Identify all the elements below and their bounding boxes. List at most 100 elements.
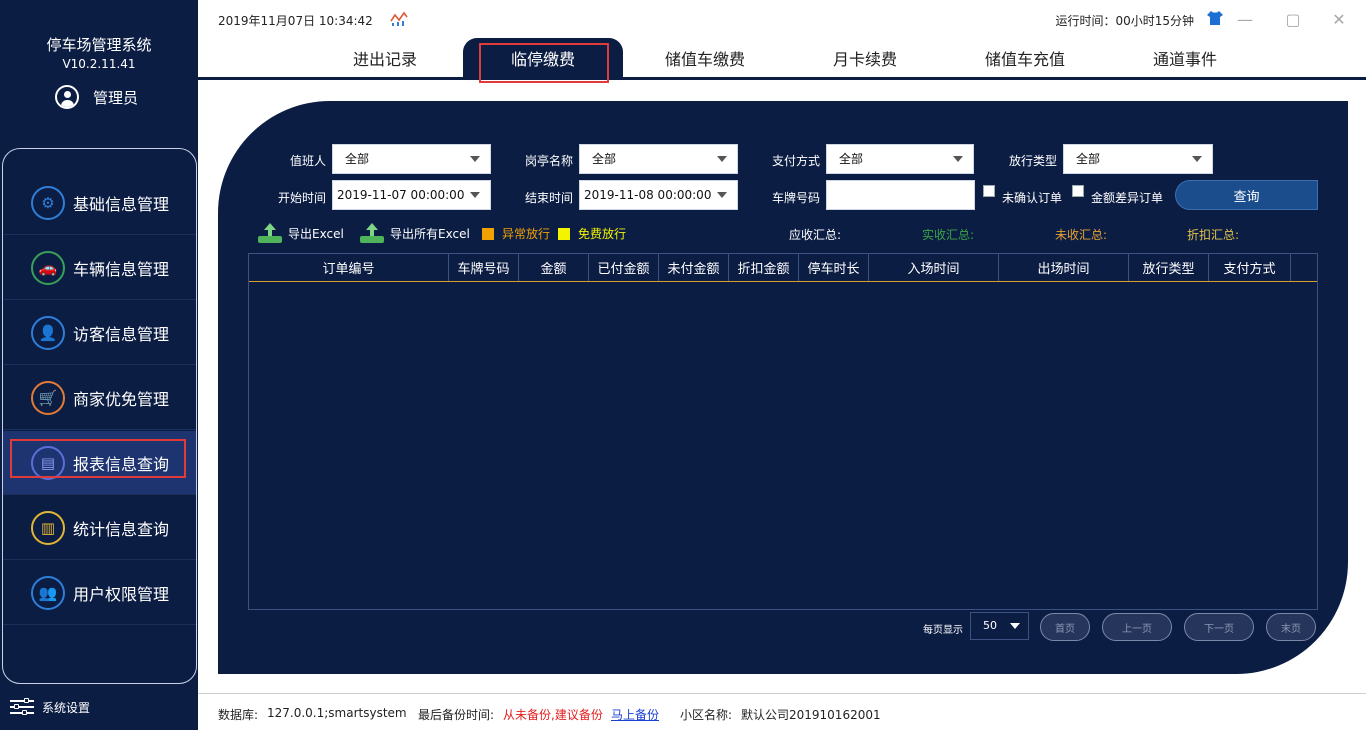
release-type-select[interactable]: 全部 (1063, 144, 1213, 174)
column-unpaid-amount[interactable]: 未付金额 (659, 254, 729, 281)
sidebar-menu: ⚙ 基础信息管理 🚗 车辆信息管理 👤 访客信息管理 🛒 商家优免管理 ▤ 报表… (2, 148, 197, 684)
community-value: 默认公司201910162001 (741, 708, 881, 722)
next-page-button[interactable]: 下一页 (1184, 613, 1254, 641)
column-entry-time[interactable]: 入场时间 (869, 254, 999, 281)
column-order-number[interactable]: 订单编号 (249, 254, 449, 281)
sidebar-item-merchant-discount[interactable]: 🛒 商家优免管理 (3, 366, 196, 430)
export-icon (360, 223, 384, 243)
received-summary: 实收汇总: (922, 228, 975, 242)
payment-method-select[interactable]: 全部 (826, 144, 974, 174)
visitor-icon: 👤 (31, 315, 65, 350)
sidebar-item-visitor-info[interactable]: 👤 访客信息管理 (3, 301, 196, 365)
community-label: 小区名称: (680, 708, 733, 722)
column-amount[interactable]: 金额 (519, 254, 589, 281)
skin-icon[interactable] (1206, 9, 1224, 27)
amount-diff-order-label: 金额差异订单 (1091, 191, 1164, 205)
unconfirmed-order-label: 未确认订单 (1002, 191, 1063, 205)
column-exit-time[interactable]: 出场时间 (999, 254, 1129, 281)
legend-free-release: 免费放行 (558, 225, 626, 242)
tab-bar: 进出记录 临停缴费 储值车缴费 月卡续费 储值车充值 通道事件 (198, 38, 1366, 80)
start-time-picker[interactable]: 2019-11-07 00:00:00 (332, 180, 491, 210)
tab-monthly-renewal[interactable]: 月卡续费 (785, 38, 945, 77)
sidebar-item-basic-info[interactable]: ⚙ 基础信息管理 (3, 171, 196, 235)
sidebar-item-label: 基础信息管理 (73, 194, 170, 214)
sidebar-item-label: 统计信息查询 (73, 519, 170, 539)
system-settings-button[interactable]: 系统设置 (10, 698, 90, 716)
unreceived-summary: 未收汇总: (1055, 228, 1108, 242)
sidebar-item-user-permissions[interactable]: 👥 用户权限管理 (3, 561, 196, 625)
minimize-button[interactable]: — (1232, 6, 1258, 32)
close-button[interactable]: ✕ (1326, 6, 1352, 32)
sidebar-item-label: 商家优免管理 (73, 389, 170, 409)
discount-summary: 折扣汇总: (1187, 228, 1240, 242)
app-version: V10.2.11.41 (62, 57, 136, 71)
column-discount-amount[interactable]: 折扣金额 (729, 254, 799, 281)
booth-label: 岗亭名称 (524, 154, 573, 168)
duty-label: 值班人 (289, 154, 326, 168)
export-icon (258, 223, 282, 243)
car-icon: 🚗 (31, 250, 65, 285)
runtime-text: 运行时间：00小时15分钟 (1055, 14, 1194, 28)
page-size-label: 每页显示 (923, 625, 963, 636)
release-type-label: 放行类型 (1008, 154, 1057, 168)
legend-free-swatch (558, 227, 570, 240)
page-size-select[interactable]: 50 (970, 612, 1029, 640)
sidebar-item-label: 车辆信息管理 (73, 259, 170, 279)
legend-abnormal-release: 异常放行 (482, 225, 550, 242)
payment-method-label: 支付方式 (771, 154, 820, 168)
tab-stored-value-payment[interactable]: 储值车缴费 (625, 38, 785, 77)
column-payment-method[interactable]: 支付方式 (1209, 254, 1291, 281)
first-page-button[interactable]: 首页 (1040, 613, 1090, 641)
user-icon (55, 85, 79, 109)
app-title: 停车场管理系统 (46, 36, 152, 54)
column-paid-amount[interactable]: 已付金额 (589, 254, 659, 281)
db-label: 数据库: (218, 708, 259, 722)
end-time-label: 结束时间 (524, 191, 573, 205)
column-parking-duration[interactable]: 停车时长 (799, 254, 869, 281)
active-tab-highlight (479, 43, 609, 83)
sidebar: 停车场管理系统 V10.2.11.41 管理员 ⚙ 基础信息管理 🚗 车辆信息管… (0, 0, 198, 730)
export-excel-button[interactable]: 导出Excel (258, 223, 344, 243)
stats-icon: ▥ (31, 510, 65, 545)
export-all-excel-button[interactable]: 导出所有Excel (360, 223, 470, 243)
column-plate-number[interactable]: 车牌号码 (449, 254, 519, 281)
receivable-summary: 应收汇总: (789, 228, 842, 242)
unconfirmed-order-checkbox[interactable] (983, 185, 995, 197)
last-page-button[interactable]: 末页 (1266, 613, 1316, 641)
sliders-icon (10, 698, 34, 716)
backup-time-label: 最后备份时间: (418, 708, 495, 722)
current-datetime: 2019年11月07日 10:34:42 (218, 14, 373, 28)
table-header: 订单编号 车牌号码 金额 已付金额 未付金额 折扣金额 停车时长 入场时间 出场… (249, 254, 1317, 282)
top-bar: 2019年11月07日 10:34:42 运行时间：00小时15分钟 — ▢ ✕ (198, 0, 1366, 38)
sidebar-item-label: 用户权限管理 (73, 584, 170, 604)
end-time-picker[interactable]: 2019-11-08 00:00:00 (579, 180, 738, 210)
plate-number-label: 车牌号码 (771, 191, 820, 205)
query-panel: 值班人 全部 岗亭名称 全部 支付方式 全部 放行类型 全部 开始时间 2019… (218, 101, 1348, 674)
cart-icon: 🛒 (31, 380, 65, 415)
start-time-label: 开始时间 (277, 191, 326, 205)
plate-number-input[interactable] (826, 180, 975, 210)
tab-entry-exit-records[interactable]: 进出记录 (305, 38, 465, 77)
sidebar-item-statistics-query[interactable]: ▥ 统计信息查询 (3, 496, 196, 560)
column-release-type[interactable]: 放行类型 (1129, 254, 1209, 281)
gear-icon: ⚙ (31, 185, 65, 220)
legend-abnormal-swatch (482, 227, 494, 240)
tab-stored-value-recharge[interactable]: 储值车充值 (945, 38, 1105, 77)
backup-now-link[interactable]: 马上备份 (611, 706, 659, 723)
status-bar: 数据库: 127.0.0.1;smartsystem 最后备份时间: 从未备份,… (198, 693, 1366, 730)
system-settings-label: 系统设置 (42, 700, 91, 715)
payment-records-table[interactable]: 订单编号 车牌号码 金额 已付金额 未付金额 折扣金额 停车时长 入场时间 出场… (248, 253, 1318, 610)
amount-diff-order-checkbox[interactable] (1072, 185, 1084, 197)
duty-select[interactable]: 全部 (332, 144, 491, 174)
sidebar-item-vehicle-info[interactable]: 🚗 车辆信息管理 (3, 236, 196, 300)
booth-select[interactable]: 全部 (579, 144, 738, 174)
user-info[interactable]: 管理员 (55, 85, 138, 109)
prev-page-button[interactable]: 上一页 (1102, 613, 1172, 641)
db-value: 127.0.0.1;smartsystem (267, 706, 407, 720)
tab-channel-events[interactable]: 通道事件 (1105, 38, 1265, 77)
query-button[interactable]: 查询 (1175, 180, 1318, 210)
backup-time-value: 从未备份,建议备份 (503, 708, 603, 722)
maximize-button[interactable]: ▢ (1280, 6, 1306, 32)
chart-icon[interactable] (390, 11, 408, 27)
users-icon: 👥 (31, 575, 65, 610)
